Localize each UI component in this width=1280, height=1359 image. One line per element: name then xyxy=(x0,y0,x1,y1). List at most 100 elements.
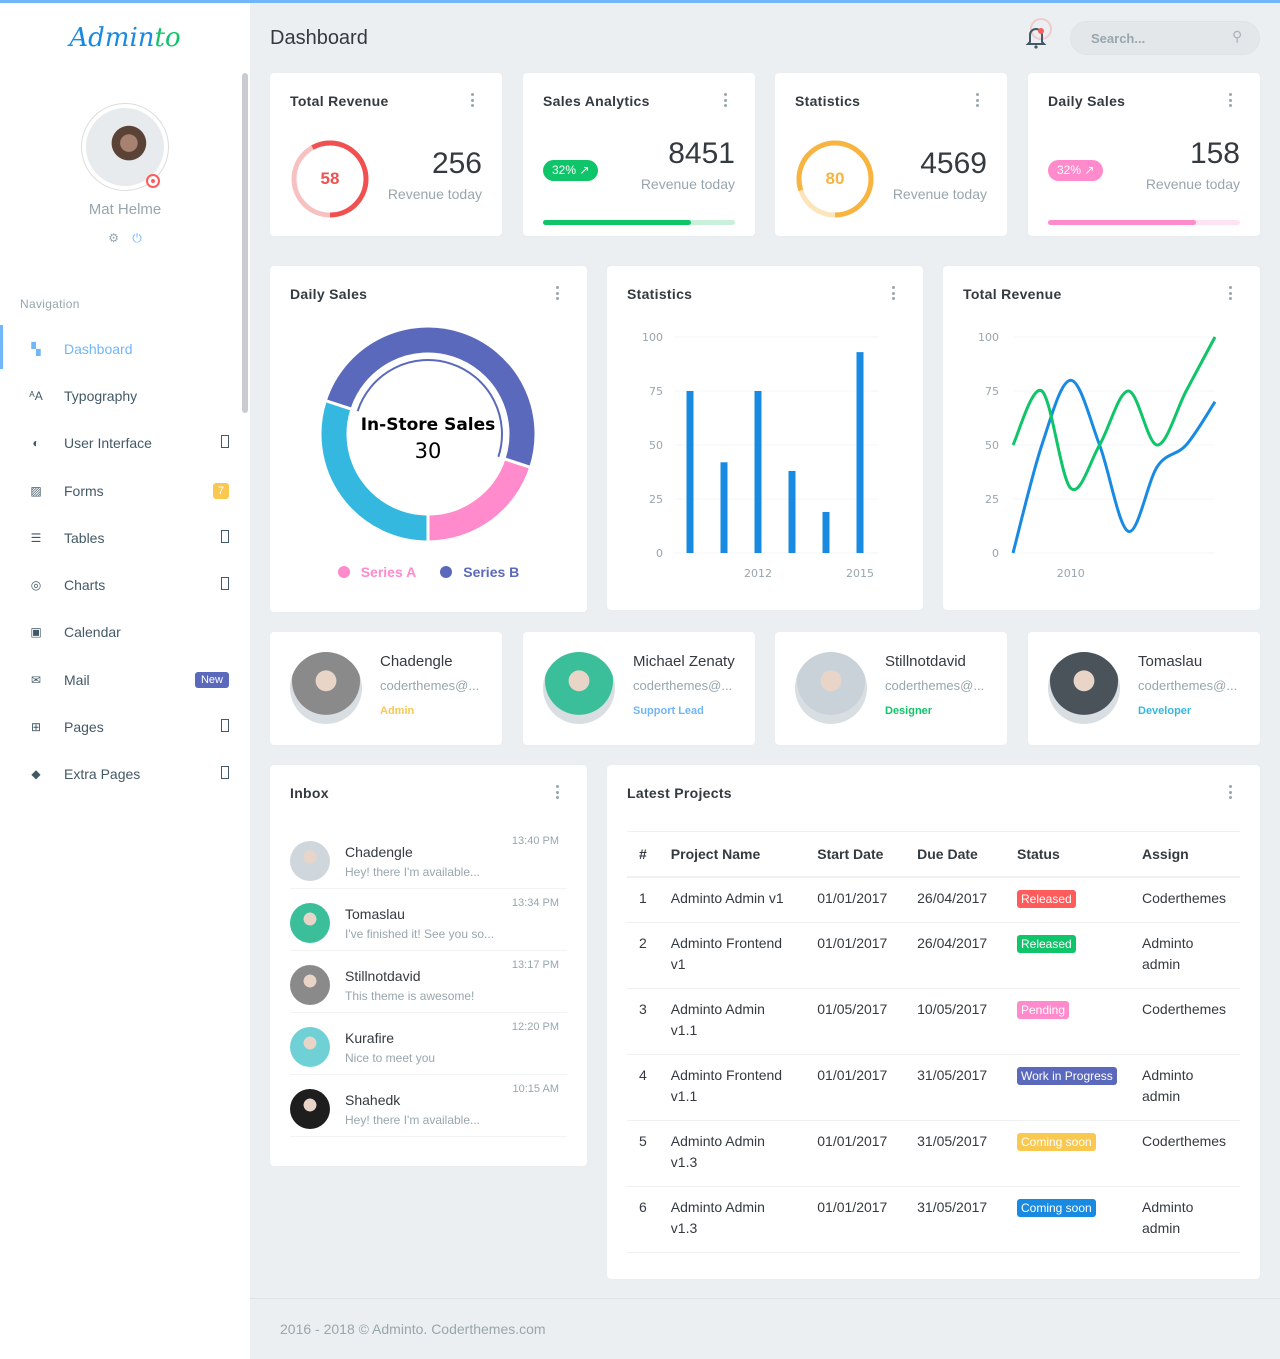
sidebar-item-label: Charts xyxy=(64,577,106,594)
chevron-icon xyxy=(221,577,229,593)
legend-label: Series A xyxy=(360,564,417,580)
table-header-row: # Project Name Start Date Due Date Status Ass… xyxy=(627,831,1240,878)
card-title: Inbox xyxy=(290,785,329,801)
sidebar-item-extra-pages[interactable]: ◆ Extra Pages xyxy=(0,751,242,798)
legend-item[interactable]: Series B xyxy=(434,564,525,580)
table-row[interactable]: 2 Adminto Frontend v1 01/01/2017 26/04/2017… xyxy=(627,922,1240,989)
contact-card[interactable]: Tomaslau coderthemes@... Developer xyxy=(1028,632,1260,745)
sidebar-item-label: Calendar xyxy=(64,624,121,641)
status-badge: Coming soon xyxy=(1016,1199,1096,1217)
more-vertical-icon[interactable] xyxy=(1228,93,1232,107)
inbox-item[interactable]: Tomaslau I've finished it! See you so... 1… xyxy=(290,889,567,951)
gear-icon[interactable]: ⚙ xyxy=(108,231,119,245)
bar-chart: 0 25 50 75 100 2012 2015 xyxy=(642,331,879,580)
new-badge: New xyxy=(194,671,229,688)
column-header[interactable]: Assign xyxy=(1130,831,1240,878)
footer-text: 2016 - 2018 © Adminto. Coderthemes.com xyxy=(280,1321,546,1337)
table-row[interactable]: 6 Adminto Admin v1.3 01/01/2017 31/05/2017 C… xyxy=(627,1186,1240,1253)
card-title: Latest Projects xyxy=(627,785,732,801)
user-avatar[interactable] xyxy=(81,103,169,191)
column-header[interactable]: Due Date xyxy=(905,831,1005,878)
more-vertical-icon[interactable] xyxy=(975,93,979,107)
message-time: 13:34 PM xyxy=(511,897,559,909)
table-row[interactable]: 4 Adminto Frontend v1.1 01/01/2017 31/05/20… xyxy=(627,1054,1240,1121)
table-row[interactable]: 5 Adminto Admin v1.3 01/01/2017 31/05/2017 C… xyxy=(627,1120,1240,1187)
avatar xyxy=(290,841,330,881)
sidebar-item-user-interface[interactable]: ◐ User Interface xyxy=(0,420,242,467)
more-vertical-icon[interactable] xyxy=(470,93,474,107)
sidebar-item-calendar[interactable]: ▣ Calendar xyxy=(0,609,242,656)
column-header[interactable]: Start Date xyxy=(805,831,906,878)
cell-start: 01/01/2017 xyxy=(805,1186,906,1253)
card-title: Total Revenue xyxy=(290,93,389,109)
sidebar-item-mail[interactable]: ✉ Mail New xyxy=(0,656,242,703)
avatar xyxy=(290,652,362,724)
statistics-chart-card: Statistics 0 25 50 75 100 2012 2015 xyxy=(607,266,923,610)
inbox-item[interactable]: Chadengle Hey! there I'm available... 13:4… xyxy=(290,827,567,889)
column-header[interactable]: # xyxy=(627,831,659,878)
sidebar-item-pages[interactable]: ⊞ Pages xyxy=(0,703,242,750)
cell-assign: Coderthemes xyxy=(1130,1120,1240,1187)
latest-projects-card: Latest Projects # Project Name Start Date D… xyxy=(607,765,1260,1279)
sender-name: Shahedk xyxy=(345,1092,401,1108)
cell-name: Adminto Admin v1.1 xyxy=(658,988,806,1055)
bell-icon[interactable] xyxy=(1024,24,1048,50)
logo-text-a: Admin xyxy=(69,23,155,53)
sidebar-item-typography[interactable]: ᴬA Typography xyxy=(0,372,242,419)
contact-card[interactable]: Chadengle coderthemes@... Admin xyxy=(270,632,502,745)
y-tick-label: 0 xyxy=(992,547,999,560)
cell-name: Adminto Admin v1.3 xyxy=(658,1186,806,1253)
sidebar-item-tables[interactable]: ☰ Tables xyxy=(0,514,242,561)
progress-bar xyxy=(543,220,735,225)
bar-2013 xyxy=(788,470,796,553)
y-tick-label: 50 xyxy=(985,439,999,452)
ring-value: 58 xyxy=(320,169,340,188)
more-vertical-icon[interactable] xyxy=(555,785,559,799)
sender-name: Kurafire xyxy=(345,1030,395,1046)
x-tick-label: 2010 xyxy=(1057,567,1085,580)
legend-item[interactable]: Series A xyxy=(332,564,423,580)
inbox-item[interactable]: Shahedk Hey! there I'm available... 10:15 … xyxy=(290,1075,567,1137)
message-preview: Nice to meet you xyxy=(345,1051,436,1065)
contact-card[interactable]: Stillnotdavid coderthemes@... Designer xyxy=(775,632,1007,745)
search-icon[interactable]: ⚲ xyxy=(1232,28,1242,45)
chevron-icon xyxy=(221,435,229,451)
chevron-icon xyxy=(221,529,229,546)
sidebar-item-label: Typography xyxy=(64,387,138,404)
table-row[interactable]: 3 Adminto Admin v1.1 01/05/2017 10/05/2017 P… xyxy=(627,988,1240,1055)
sidebar-item-label: Extra Pages xyxy=(64,766,141,783)
inbox-item[interactable]: Kurafire Nice to meet you 12:20 PM xyxy=(290,1013,567,1075)
sidebar-item-forms[interactable]: ▨ Forms 7 xyxy=(0,467,242,514)
y-tick-label: 75 xyxy=(985,385,999,398)
cell-due: 31/05/2017 xyxy=(905,1120,1005,1187)
contact-role: Admin xyxy=(380,705,415,717)
card-title: Sales Analytics xyxy=(543,93,650,109)
column-header[interactable]: Project Name xyxy=(658,831,806,878)
contact-card[interactable]: Michael Zenaty coderthemes@... Support Lea… xyxy=(523,632,755,745)
bar-2015 xyxy=(856,352,864,553)
message-preview: This theme is awesome! xyxy=(345,989,475,1003)
cell-status: Coming soon xyxy=(1004,1120,1131,1187)
x-tick-label: 2015 xyxy=(846,567,874,580)
sidebar-item-charts[interactable]: ◎ Charts xyxy=(0,561,242,608)
table-row[interactable]: 1 Adminto Admin v1 01/01/2017 26/04/2017 Rel… xyxy=(627,877,1240,923)
user-status-icon xyxy=(146,174,160,188)
sidebar-item-dashboard[interactable]: ▚ Dashboard xyxy=(0,325,242,372)
logo[interactable]: Adminto xyxy=(0,23,250,53)
message-time: 10:15 AM xyxy=(512,1083,559,1095)
legend-marker xyxy=(337,566,350,578)
avatar xyxy=(290,903,330,943)
contact-email: coderthemes@... xyxy=(380,678,480,693)
column-header[interactable]: Status xyxy=(1004,831,1131,878)
stat-value: 256 xyxy=(431,147,482,180)
more-vertical-icon[interactable] xyxy=(723,93,727,107)
cell-due: 26/04/2017 xyxy=(905,877,1005,923)
contact-role: Designer xyxy=(885,705,933,717)
search-placeholder: Search... xyxy=(1091,31,1146,46)
power-icon[interactable]: ⏻ xyxy=(132,231,142,246)
user-name[interactable]: Mat Helme xyxy=(0,201,250,218)
more-vertical-icon[interactable] xyxy=(1228,785,1232,799)
view-dashboard-icon: ▚ xyxy=(31,341,41,356)
contact-name: Stillnotdavid xyxy=(885,653,966,670)
inbox-item[interactable]: Stillnotdavid This theme is awesome! 13:17… xyxy=(290,951,567,1013)
